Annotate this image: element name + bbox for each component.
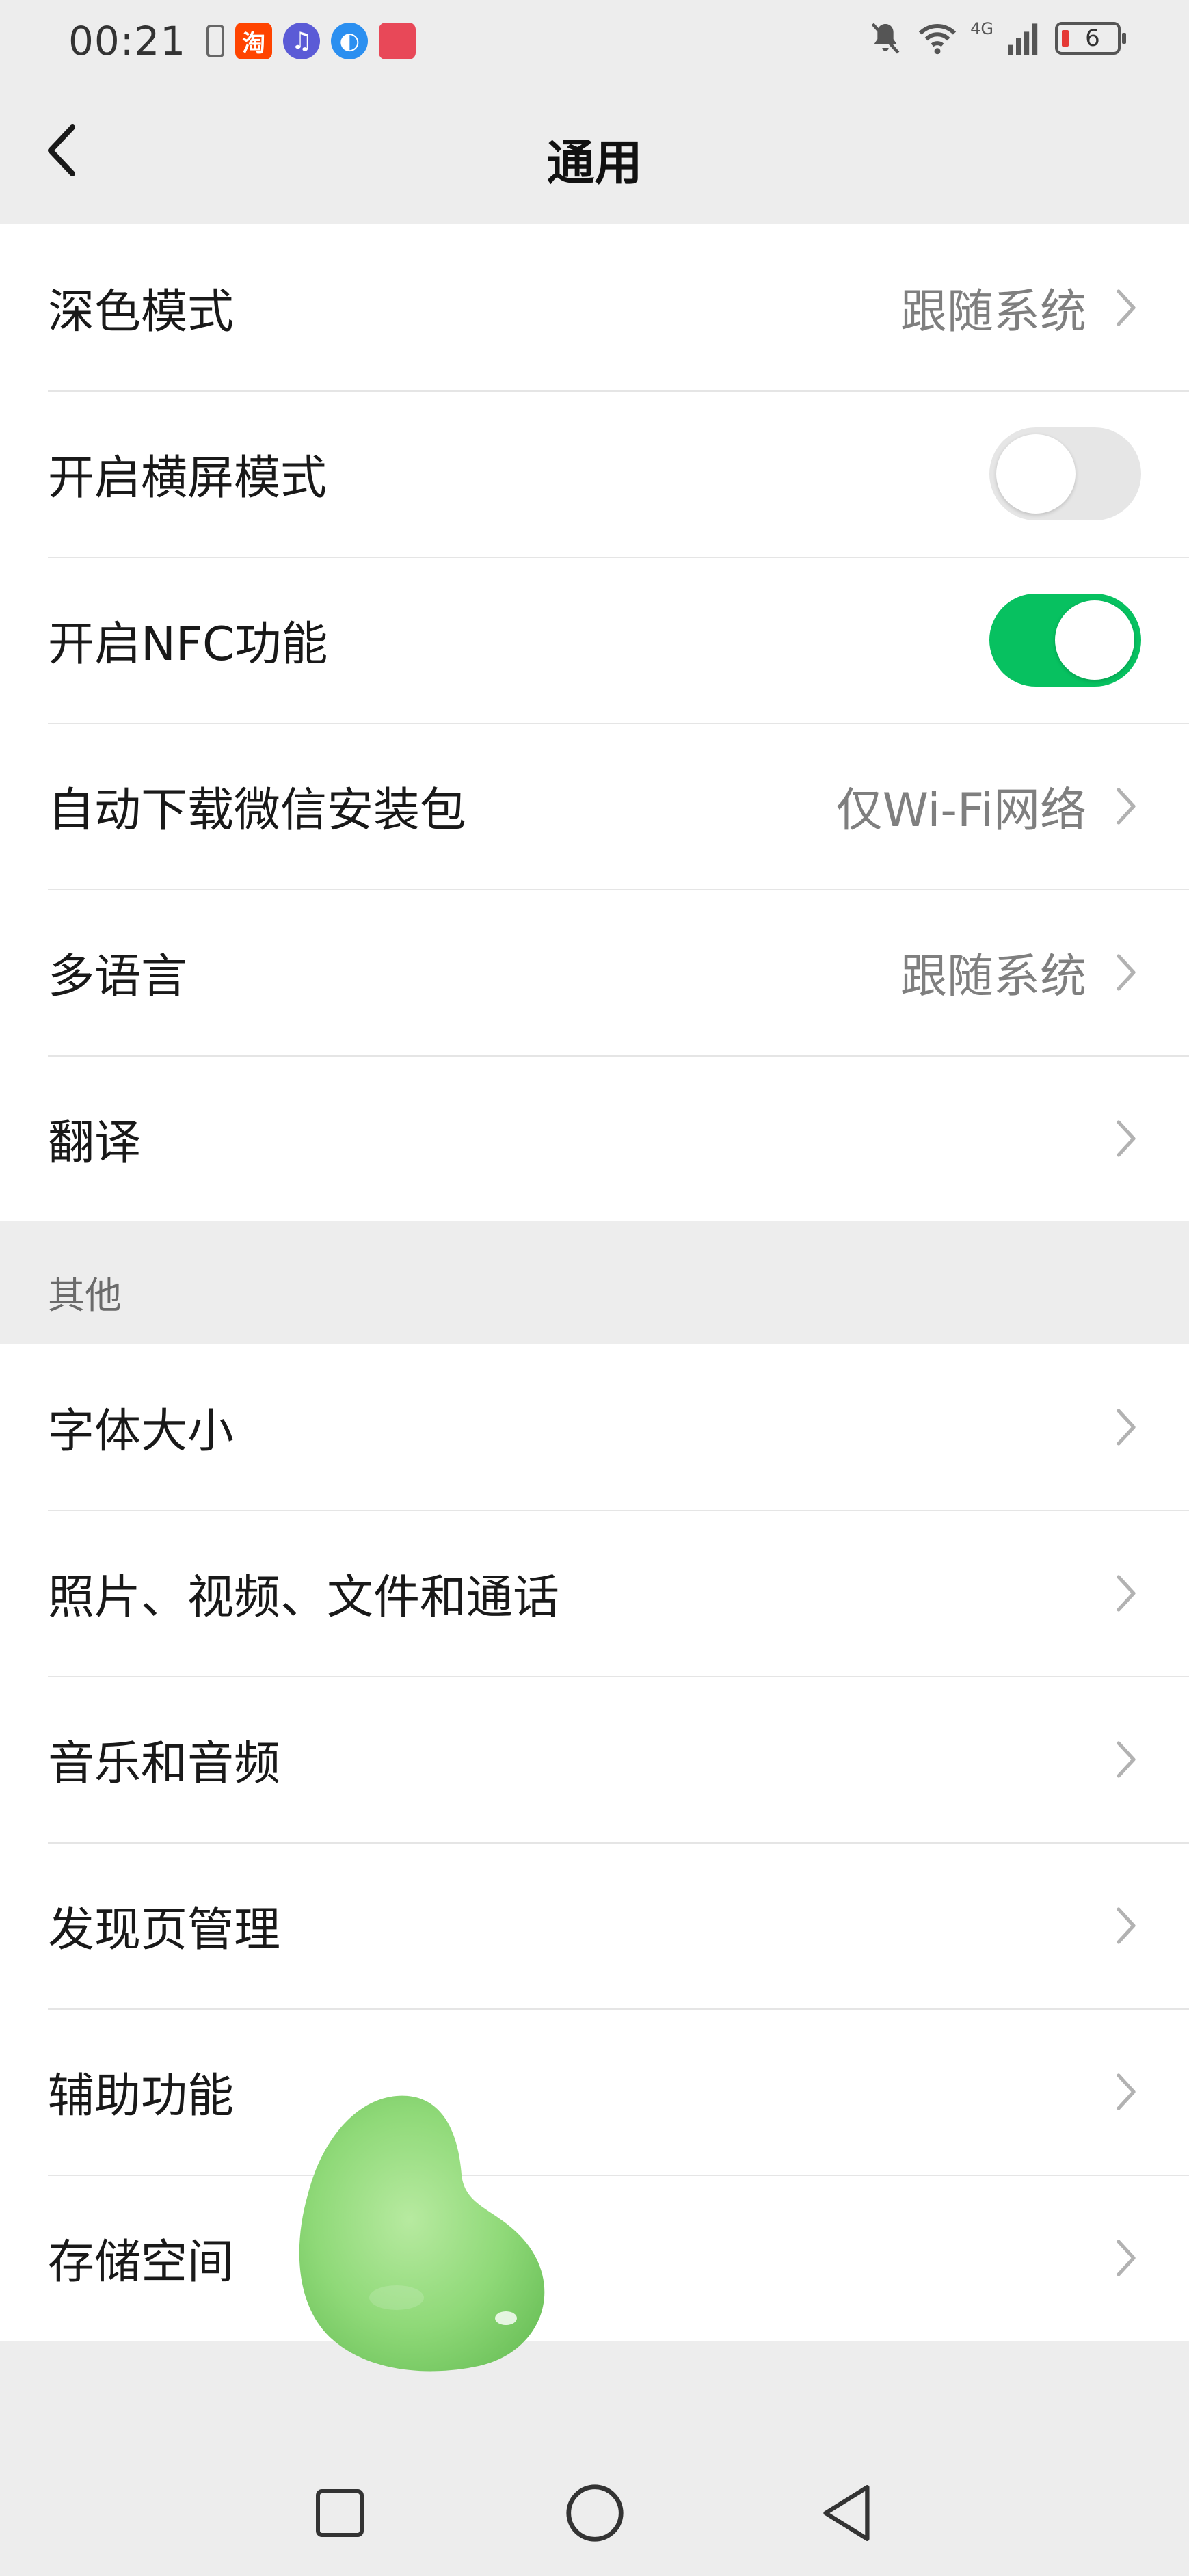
setting-row-font-size[interactable]: 字体大小 — [0, 1344, 1189, 1510]
wifi-icon — [918, 24, 957, 55]
floating-green-blob[interactable] — [294, 2093, 561, 2373]
setting-row-translate[interactable]: 翻译 — [0, 1055, 1189, 1221]
chevron-right-icon — [1111, 2068, 1141, 2116]
nfc-toggle[interactable] — [989, 593, 1141, 687]
square-icon — [316, 2489, 364, 2537]
setting-row-music-audio[interactable]: 音乐和音频 — [0, 1676, 1189, 1842]
chevron-right-icon — [1111, 1403, 1141, 1451]
setting-label: 辅助功能 — [48, 2069, 235, 2123]
back-nav-button[interactable] — [810, 2475, 885, 2551]
recent-apps-button[interactable] — [302, 2475, 377, 2551]
header: 通用 — [0, 82, 1189, 224]
setting-value: 仅Wi-Fi网络 — [836, 784, 1086, 838]
mute-bell-icon — [871, 23, 900, 54]
chevron-right-icon — [1111, 284, 1141, 332]
network-type-label: 4G — [970, 19, 993, 38]
triangle-back-icon — [823, 2485, 870, 2541]
chevron-right-icon — [1111, 948, 1141, 996]
setting-row-nfc: 开启NFC功能 — [0, 557, 1189, 723]
setting-label: 存储空间 — [48, 2235, 235, 2289]
setting-row-auto-download[interactable]: 自动下载微信安装包 仅Wi-Fi网络 — [0, 723, 1189, 889]
status-right: 4G 6 — [866, 19, 1126, 57]
browser-icon: ◐ — [331, 23, 369, 59]
setting-row-storage[interactable]: 存储空间 — [0, 2175, 1189, 2341]
setting-row-accessibility[interactable]: 辅助功能 — [0, 2008, 1189, 2175]
battery-level: 6 — [1085, 25, 1100, 52]
setting-value: 跟随系统 — [900, 950, 1086, 1004]
battery-icon: 6 — [1055, 22, 1126, 55]
setting-row-discover-management[interactable]: 发现页管理 — [0, 1842, 1189, 2008]
setting-label: 照片、视频、文件和通话 — [48, 1571, 560, 1625]
section-label-other: 其他 — [48, 1274, 122, 1317]
huawei-app-icon — [379, 23, 416, 59]
setting-label: 字体大小 — [48, 1405, 235, 1459]
setting-row-media-calls[interactable]: 照片、视频、文件和通话 — [0, 1510, 1189, 1676]
toggle-knob — [996, 434, 1076, 514]
circle-icon — [566, 2484, 624, 2542]
status-time: 00:21 — [68, 18, 187, 64]
setting-row-landscape-mode: 开启横屏模式 — [0, 390, 1189, 557]
home-button[interactable] — [557, 2475, 632, 2551]
status-app-icons: 淘 ♫ ◐ — [206, 23, 416, 59]
setting-label: 深色模式 — [48, 285, 235, 339]
chevron-right-icon — [1111, 1736, 1141, 1783]
chevron-right-icon — [1111, 2234, 1141, 2282]
signal-icon — [1008, 23, 1038, 55]
page: 00:21 淘 ♫ ◐ 4G 6 通用 深色模式 跟随系统 开启横屏模式 开启N… — [0, 0, 1189, 2576]
settings-group-general: 深色模式 跟随系统 开启横屏模式 开启NFC功能 自动下载微信安装包 仅Wi-F… — [0, 224, 1189, 1221]
setting-label: 自动下载微信安装包 — [48, 784, 467, 838]
phone-icon — [206, 25, 225, 57]
setting-label: 开启NFC功能 — [48, 618, 328, 672]
setting-value: 跟随系统 — [900, 285, 1086, 339]
setting-row-language[interactable]: 多语言 跟随系统 — [0, 889, 1189, 1055]
chevron-right-icon — [1111, 1902, 1141, 1950]
setting-label: 音乐和音频 — [48, 1737, 281, 1791]
settings-group-other: 字体大小 照片、视频、文件和通话 音乐和音频 发现页管理 辅助功能 存储空间 — [0, 1344, 1189, 2341]
setting-label: 发现页管理 — [48, 1903, 281, 1957]
landscape-mode-toggle[interactable] — [989, 427, 1141, 520]
chevron-right-icon — [1111, 1115, 1141, 1163]
setting-label: 开启横屏模式 — [48, 451, 328, 505]
chevron-right-icon — [1111, 782, 1141, 830]
taobao-icon: 淘 — [235, 23, 273, 59]
toggle-knob — [1055, 600, 1134, 680]
system-nav-bar — [0, 2448, 1189, 2576]
setting-row-dark-mode[interactable]: 深色模式 跟随系统 — [0, 224, 1189, 390]
setting-label: 多语言 — [48, 950, 188, 1004]
page-title: 通用 — [546, 135, 643, 191]
chevron-right-icon — [1111, 1569, 1141, 1617]
status-bar: 00:21 淘 ♫ ◐ 4G 6 — [0, 0, 1189, 82]
setting-label: 翻译 — [48, 1116, 142, 1170]
music-icon: ♫ — [283, 23, 321, 59]
